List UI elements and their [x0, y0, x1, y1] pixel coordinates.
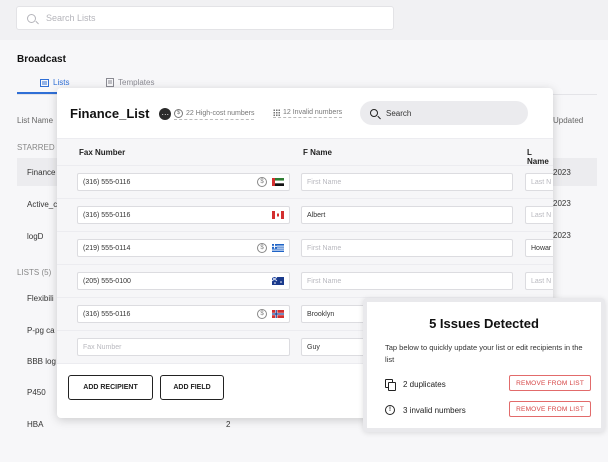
issues-title: 5 Issues Detected: [429, 316, 539, 331]
issue-label: 2 duplicates: [403, 379, 446, 389]
list-name: P450: [27, 387, 46, 397]
table-row: (205) 555-0100 First Name Last N: [57, 265, 553, 298]
fax-number-field[interactable]: (316) 555-0116 $: [77, 173, 290, 191]
lists-section-label: LISTS (5): [17, 268, 52, 277]
fax-number-field[interactable]: (316) 555-0116: [77, 206, 290, 224]
first-name-field[interactable]: First Name: [301, 173, 513, 191]
invalid-numbers-issue: ! 3 invalid numbers REMOVE FROM LIST: [385, 401, 591, 419]
fax-number-value: (205) 555-0100: [83, 277, 131, 285]
column-last-name: L Name: [527, 148, 549, 166]
search-lists-input[interactable]: Search Lists: [16, 6, 394, 30]
remove-duplicates-button[interactable]: REMOVE FROM LIST: [509, 375, 591, 391]
issue-label: 3 invalid numbers: [403, 405, 466, 415]
high-cost-numbers-link[interactable]: $ 22 High-cost numbers: [174, 109, 255, 120]
column-list-name: List Name: [17, 116, 54, 125]
fax-number-field[interactable]: (316) 555-0116 $: [77, 305, 290, 323]
list-name: Finance: [27, 167, 56, 177]
search-icon: [370, 109, 378, 117]
first-name-field[interactable]: Albert: [301, 206, 513, 224]
high-cost-label: 22 High-cost numbers: [186, 110, 255, 117]
column-updated: Updated: [553, 116, 584, 125]
australia-flag-icon: [272, 277, 284, 285]
issues-panel: 5 Issues Detected Tap below to quickly u…: [363, 298, 605, 432]
table-header: Fax Number F Name L Name: [57, 138, 553, 166]
table-row: (219) 555-0114 $ First Name Howar: [57, 232, 553, 265]
list-icon: [40, 78, 49, 87]
fax-number-value: (316) 555-0116: [83, 178, 131, 186]
tab-templates[interactable]: Templates: [106, 78, 154, 87]
last-name-field[interactable]: Howar: [525, 239, 553, 257]
last-name-field[interactable]: Last N: [525, 206, 553, 224]
tab-templates-label: Templates: [118, 78, 155, 87]
issues-description: Tap below to quickly update your list or…: [385, 343, 583, 364]
uae-flag-icon: [272, 178, 284, 186]
starred-section-label: STARRED: [17, 143, 55, 152]
fax-number-value: (316) 555-0116: [83, 211, 131, 219]
dollar-coin-icon: $: [257, 309, 267, 319]
list-updated: 2023: [553, 231, 571, 240]
remove-invalid-button[interactable]: REMOVE FROM LIST: [509, 401, 591, 417]
add-recipient-button[interactable]: ADD RECIPIENT: [68, 375, 153, 400]
fax-number-field[interactable]: (205) 555-0100: [77, 272, 290, 290]
column-fax-number: Fax Number: [79, 148, 126, 157]
list-name: P-pg ca: [27, 325, 55, 335]
fax-number-field[interactable]: Fax Number: [77, 338, 290, 356]
table-row: (316) 555-0116 Albert Last N: [57, 199, 553, 232]
list-name: BBB log: [27, 356, 56, 366]
list-name: logD: [27, 231, 44, 241]
fax-number-value: (316) 555-0116: [83, 310, 131, 318]
duplicates-issue: 2 duplicates REMOVE FROM LIST: [385, 375, 591, 393]
tab-lists-label: Lists: [53, 78, 70, 87]
invalid-numbers-link[interactable]: 12 Invalid numbers: [273, 109, 343, 118]
greece-flag-icon: [272, 244, 284, 252]
fax-number-value: (219) 555-0114: [83, 244, 131, 252]
invalid-label: 12 Invalid numbers: [283, 109, 343, 116]
list-updated: 2023: [553, 168, 571, 177]
list-updated: 2023: [553, 199, 571, 208]
first-name-field[interactable]: First Name: [301, 272, 513, 290]
fax-number-field[interactable]: (219) 555-0114 $: [77, 239, 290, 257]
dollar-coin-icon: $: [257, 243, 267, 253]
norway-flag-icon: [272, 310, 284, 318]
info-icon: !: [385, 405, 395, 415]
tab-lists[interactable]: Lists: [40, 78, 69, 87]
more-options-button[interactable]: …: [159, 108, 171, 120]
document-icon: [106, 78, 114, 87]
list-name: HBA: [27, 419, 44, 429]
first-name-field[interactable]: First Name: [301, 239, 513, 257]
list-name: Active_c: [27, 199, 58, 209]
list-name: Flexibili: [27, 293, 54, 303]
last-name-field[interactable]: Last N: [525, 272, 553, 290]
canada-flag-icon: [272, 211, 284, 219]
search-icon: [27, 13, 36, 23]
last-name-field[interactable]: Last N: [525, 173, 553, 191]
add-field-button[interactable]: ADD FIELD: [160, 375, 224, 400]
dollar-coin-icon: $: [257, 177, 267, 187]
copy-icon: [385, 379, 396, 391]
page-title: Broadcast: [17, 54, 66, 65]
table-row: (316) 555-0116 $ First Name Last N: [57, 166, 553, 199]
search-placeholder: Search Lists: [46, 13, 96, 23]
dollar-coin-icon: $: [174, 109, 183, 118]
modal-search-input[interactable]: Search: [360, 101, 528, 125]
top-bar: Search Lists: [0, 0, 608, 40]
fax-number-value: Fax Number: [83, 343, 122, 351]
grid-dots-icon: [273, 109, 280, 116]
modal-search-placeholder: Search: [386, 108, 412, 118]
column-first-name: F Name: [303, 148, 332, 157]
modal-title: Finance_List: [70, 106, 150, 121]
list-count: 2: [226, 420, 231, 429]
